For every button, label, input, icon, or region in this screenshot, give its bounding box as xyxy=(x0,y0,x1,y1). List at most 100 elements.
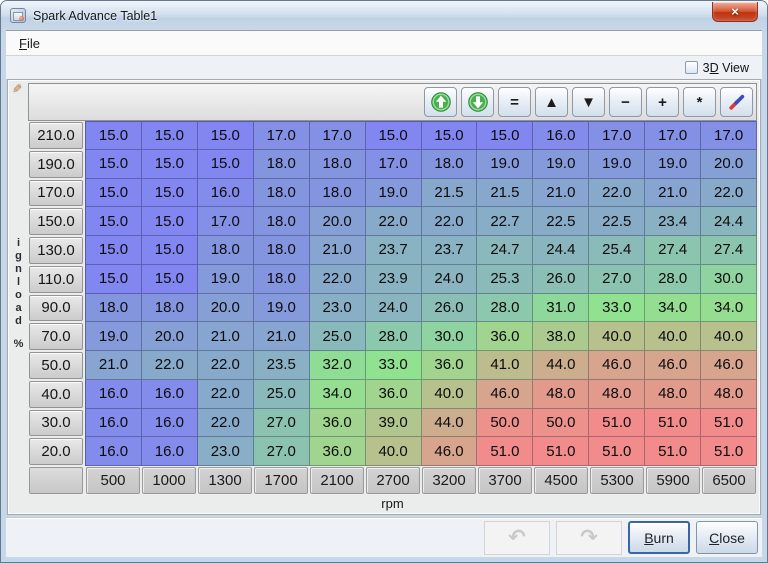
table-cell[interactable]: 18.0 xyxy=(310,150,366,179)
table-cell[interactable]: 15.0 xyxy=(198,150,254,179)
table-cell[interactable]: 23.9 xyxy=(366,265,422,294)
table-cell[interactable]: 15.0 xyxy=(142,265,198,294)
table-cell[interactable]: 51.0 xyxy=(645,409,701,438)
table-cell[interactable]: 24.0 xyxy=(366,294,422,323)
table-cell[interactable]: 17.0 xyxy=(701,121,757,150)
table-cell[interactable]: 46.0 xyxy=(589,351,645,380)
table-cell[interactable]: 18.0 xyxy=(310,179,366,208)
table-cell[interactable]: 22.5 xyxy=(533,207,589,236)
table-cell[interactable]: 36.0 xyxy=(310,437,366,466)
table-cell[interactable]: 15.0 xyxy=(198,121,254,150)
row-header[interactable]: 170.0 xyxy=(29,180,83,207)
table-cell[interactable]: 19.0 xyxy=(533,150,589,179)
table-cell[interactable]: 18.0 xyxy=(254,179,310,208)
table-cell[interactable]: 18.0 xyxy=(254,265,310,294)
table-cell[interactable]: 22.0 xyxy=(198,409,254,438)
table-cell[interactable]: 51.0 xyxy=(533,437,589,466)
table-cell[interactable]: 20.0 xyxy=(142,322,198,351)
table-cell[interactable]: 36.0 xyxy=(477,322,533,351)
table-cell[interactable]: 22.0 xyxy=(198,351,254,380)
table-cell[interactable]: 17.0 xyxy=(254,121,310,150)
table-cell[interactable]: 44.0 xyxy=(533,351,589,380)
table-cell[interactable]: 18.0 xyxy=(198,236,254,265)
subtract-button[interactable]: − xyxy=(609,87,642,117)
table-cell[interactable]: 22.0 xyxy=(589,179,645,208)
table-cell[interactable]: 21.5 xyxy=(477,179,533,208)
table-cell[interactable]: 15.0 xyxy=(366,121,422,150)
table-cell[interactable]: 23.7 xyxy=(366,236,422,265)
table-cell[interactable]: 18.0 xyxy=(254,236,310,265)
table-cell[interactable]: 15.0 xyxy=(422,121,478,150)
redo-button[interactable]: ↷ xyxy=(556,521,622,555)
table-cell[interactable]: 15.0 xyxy=(85,236,142,265)
table-cell[interactable]: 16.0 xyxy=(142,409,198,438)
table-cell[interactable]: 17.0 xyxy=(310,121,366,150)
3d-view-checkbox[interactable] xyxy=(685,61,698,74)
table-cell[interactable]: 16.0 xyxy=(198,179,254,208)
table-cell[interactable]: 22.7 xyxy=(477,207,533,236)
table-cell[interactable]: 46.0 xyxy=(645,351,701,380)
row-header[interactable]: 20.0 xyxy=(29,438,83,465)
table-cell[interactable]: 33.0 xyxy=(366,351,422,380)
table-cell[interactable]: 16.0 xyxy=(533,121,589,150)
table-cell[interactable]: 16.0 xyxy=(85,437,142,466)
table-cell[interactable]: 15.0 xyxy=(85,150,142,179)
table-cell[interactable]: 40.0 xyxy=(645,322,701,351)
table-cell[interactable]: 22.0 xyxy=(198,380,254,409)
table-cell[interactable]: 22.0 xyxy=(142,351,198,380)
table-cell[interactable]: 51.0 xyxy=(701,409,757,438)
table-cell[interactable]: 36.0 xyxy=(310,409,366,438)
multiply-button[interactable]: * xyxy=(683,87,716,117)
table-cell[interactable]: 48.0 xyxy=(589,380,645,409)
table-cell[interactable]: 27.0 xyxy=(254,437,310,466)
titlebar[interactable]: Spark Advance Table1 × xyxy=(1,1,767,30)
table-cell[interactable]: 16.0 xyxy=(142,380,198,409)
table-cell[interactable]: 23.7 xyxy=(422,236,478,265)
table-cell[interactable]: 17.0 xyxy=(198,207,254,236)
table-cell[interactable]: 21.0 xyxy=(85,351,142,380)
table-cell[interactable]: 19.0 xyxy=(589,150,645,179)
table-cell[interactable]: 51.0 xyxy=(701,437,757,466)
column-header[interactable]: 3700 xyxy=(478,467,532,494)
table-cell[interactable]: 21.0 xyxy=(310,236,366,265)
table-cell[interactable]: 18.0 xyxy=(142,294,198,323)
add-button[interactable]: + xyxy=(646,87,679,117)
table-cell[interactable]: 19.0 xyxy=(85,322,142,351)
table-cell[interactable]: 50.0 xyxy=(477,409,533,438)
table-cell[interactable]: 24.0 xyxy=(422,265,478,294)
column-header[interactable]: 2100 xyxy=(310,467,364,494)
edit-button[interactable] xyxy=(720,87,753,117)
table-cell[interactable]: 23.0 xyxy=(310,294,366,323)
table-cell[interactable]: 24.4 xyxy=(701,207,757,236)
table-cell[interactable]: 25.0 xyxy=(310,322,366,351)
table-cell[interactable]: 48.0 xyxy=(645,380,701,409)
close-button[interactable]: Close xyxy=(696,521,758,554)
table-cell[interactable]: 22.0 xyxy=(422,207,478,236)
table-cell[interactable]: 17.0 xyxy=(366,150,422,179)
column-header[interactable]: 5900 xyxy=(646,467,700,494)
column-header[interactable]: 3200 xyxy=(422,467,476,494)
table-cell[interactable]: 40.0 xyxy=(589,322,645,351)
table-cell[interactable]: 21.5 xyxy=(422,179,478,208)
table-cell[interactable]: 19.0 xyxy=(366,179,422,208)
table-cell[interactable]: 34.0 xyxy=(645,294,701,323)
column-header[interactable]: 500 xyxy=(86,467,140,494)
row-header[interactable]: 210.0 xyxy=(29,122,83,149)
table-cell[interactable]: 23.4 xyxy=(645,207,701,236)
table-cell[interactable]: 25.0 xyxy=(254,380,310,409)
table-cell[interactable]: 30.0 xyxy=(422,322,478,351)
column-header[interactable]: 1700 xyxy=(254,467,308,494)
table-cell[interactable]: 27.4 xyxy=(701,236,757,265)
table-cell[interactable]: 40.0 xyxy=(422,380,478,409)
table-cell[interactable]: 18.0 xyxy=(254,207,310,236)
decrement-button[interactable]: ▼ xyxy=(572,87,605,117)
table-cell[interactable]: 18.0 xyxy=(254,150,310,179)
table-cell[interactable]: 19.0 xyxy=(254,294,310,323)
table-cell[interactable]: 19.0 xyxy=(477,150,533,179)
table-cell[interactable]: 21.0 xyxy=(198,322,254,351)
table-cell[interactable]: 21.0 xyxy=(254,322,310,351)
table-cell[interactable]: 31.0 xyxy=(533,294,589,323)
table-cell[interactable]: 44.0 xyxy=(422,409,478,438)
row-header[interactable]: 90.0 xyxy=(29,295,83,322)
table-cell[interactable]: 15.0 xyxy=(85,179,142,208)
